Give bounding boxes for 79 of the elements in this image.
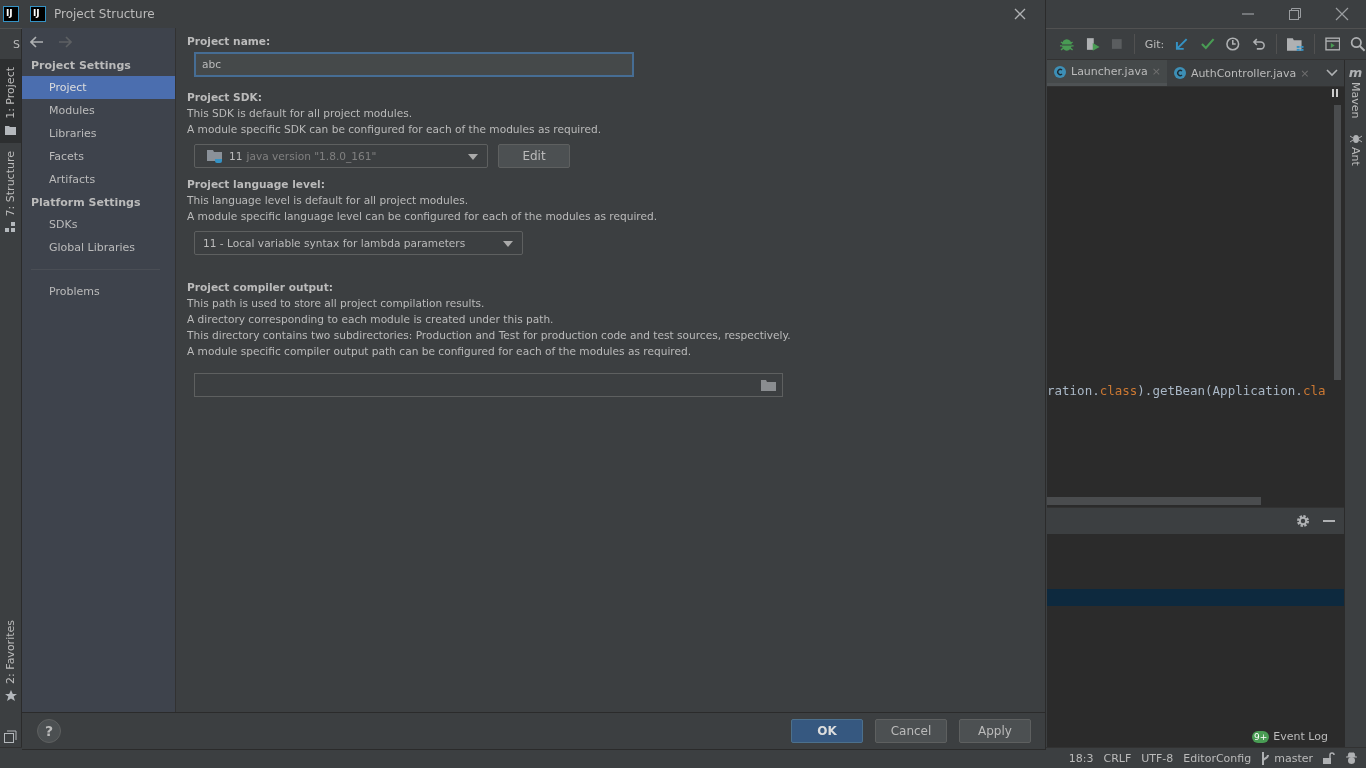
folder-icon xyxy=(5,124,16,135)
sidebar-item[interactable]: Libraries xyxy=(22,122,175,145)
edit-button[interactable]: Edit xyxy=(498,144,570,168)
lock-icon[interactable] xyxy=(1323,752,1335,764)
description-text: This path is used to store all project compilation results. xyxy=(187,296,486,311)
close-icon[interactable] xyxy=(1335,7,1349,21)
editor-tab[interactable]: Launcher.java × xyxy=(1047,60,1167,86)
description-text: A module specific compiler output path can be configured for each of the modules as required. xyxy=(187,344,693,359)
tool-window-button[interactable]: 7: Structure xyxy=(0,142,21,241)
sidebar-item[interactable]: Project xyxy=(22,76,175,99)
terminal-icon[interactable] xyxy=(1324,37,1341,51)
close-icon[interactable] xyxy=(1014,8,1026,20)
app-logo: IJ xyxy=(3,6,19,22)
search-icon[interactable] xyxy=(1350,36,1366,52)
inspector-icon[interactable] xyxy=(1345,751,1358,765)
branch-widget[interactable]: master xyxy=(1261,751,1313,765)
description-text: This language level is default for all project modules. xyxy=(187,193,470,208)
editor-tab[interactable]: AuthController.java × xyxy=(1166,60,1316,86)
sidebar-item[interactable]: Facets xyxy=(22,145,175,168)
tool-window-button[interactable]: 2: Favorites xyxy=(0,612,21,710)
dialog-button[interactable]: Apply xyxy=(959,719,1031,743)
horizontal-scrollbar[interactable] xyxy=(1047,497,1261,505)
settings-icon[interactable] xyxy=(1296,514,1310,528)
section-title: Project language level: xyxy=(187,177,326,192)
arrow-icon[interactable] xyxy=(1174,36,1190,52)
dialog-button[interactable]: Cancel xyxy=(875,719,947,743)
bug-icon[interactable] xyxy=(1059,36,1075,52)
description-text: This directory contains two subdirectories: Production and Test for production code and test sources, respectively. xyxy=(187,328,792,343)
pause-icon xyxy=(1332,89,1338,97)
description-text: This SDK is default for all project modules. xyxy=(187,106,414,121)
dialog-button[interactable]: OK xyxy=(791,719,863,743)
restore-icon[interactable] xyxy=(1288,7,1302,21)
structure-icon xyxy=(5,222,16,233)
run-coverage-icon[interactable] xyxy=(1084,36,1101,52)
class-icon xyxy=(1053,64,1067,79)
sdk-dropdown[interactable]: 11 java version "1.8.0_161" xyxy=(194,144,488,168)
toolbar-label: S xyxy=(13,37,20,51)
branch-icon xyxy=(1261,751,1271,765)
status-item[interactable]: UTF-8 xyxy=(1141,751,1174,765)
section-title: Project compiler output: xyxy=(187,280,334,295)
vertical-scrollbar[interactable] xyxy=(1334,105,1341,383)
sidebar-item[interactable]: SDKs xyxy=(22,213,175,236)
description-text: A module specific SDK can be configured for each of the modules as required. xyxy=(187,122,603,137)
section-title: Project SDK: xyxy=(187,90,263,105)
git-label: Git: xyxy=(1144,37,1165,51)
app-logo: IJ xyxy=(30,6,46,22)
chevron-down-icon[interactable] xyxy=(1326,69,1338,77)
status-item[interactable]: EditorConfig xyxy=(1183,751,1252,765)
section-heading: Platform Settings xyxy=(30,195,142,211)
bug-icon xyxy=(1349,132,1362,145)
sidebar-item[interactable]: Artifacts xyxy=(22,168,175,191)
event-log-button[interactable]: 9+ Event Log xyxy=(1252,730,1328,743)
status-item[interactable]: CRLF xyxy=(1103,751,1132,765)
checkmark-icon[interactable] xyxy=(1199,36,1216,52)
folder-icon[interactable] xyxy=(1287,36,1304,52)
section-title: Project name: xyxy=(187,34,272,49)
tool-window-button[interactable]: Ant xyxy=(1349,132,1362,167)
folder-icon[interactable] xyxy=(761,379,776,391)
class-icon xyxy=(1172,66,1187,80)
description-text: A module specific language level can be configured for each of the modules as required. xyxy=(187,209,659,224)
sidebar-item[interactable]: Problems xyxy=(22,280,175,303)
back-arrow-icon[interactable] xyxy=(30,36,44,48)
output-path-field[interactable] xyxy=(194,373,783,397)
tool-window-button[interactable]: m Maven xyxy=(1348,66,1363,119)
undo-icon[interactable] xyxy=(1250,36,1267,52)
help-button[interactable]: ? xyxy=(37,719,61,743)
tool-window-button[interactable]: 1: Project xyxy=(0,59,21,143)
project-name-field[interactable]: abc xyxy=(194,52,634,77)
section-heading: Project Settings xyxy=(30,58,132,74)
tool-windows-icon[interactable] xyxy=(4,730,17,743)
sdk-folder-icon xyxy=(207,148,225,164)
sidebar-item[interactable]: Global Libraries xyxy=(22,236,175,259)
language-level-dropdown[interactable]: 11 - Local variable syntax for lambda parameters xyxy=(194,231,523,255)
status-item[interactable]: 18:3 xyxy=(1068,751,1094,765)
description-text: A directory corresponding to each module is created under this path. xyxy=(187,312,555,327)
dialog-title: Project Structure xyxy=(54,7,155,21)
sidebar-item[interactable]: Modules xyxy=(22,99,175,122)
clock-icon[interactable] xyxy=(1225,36,1241,52)
star-icon xyxy=(4,690,17,702)
